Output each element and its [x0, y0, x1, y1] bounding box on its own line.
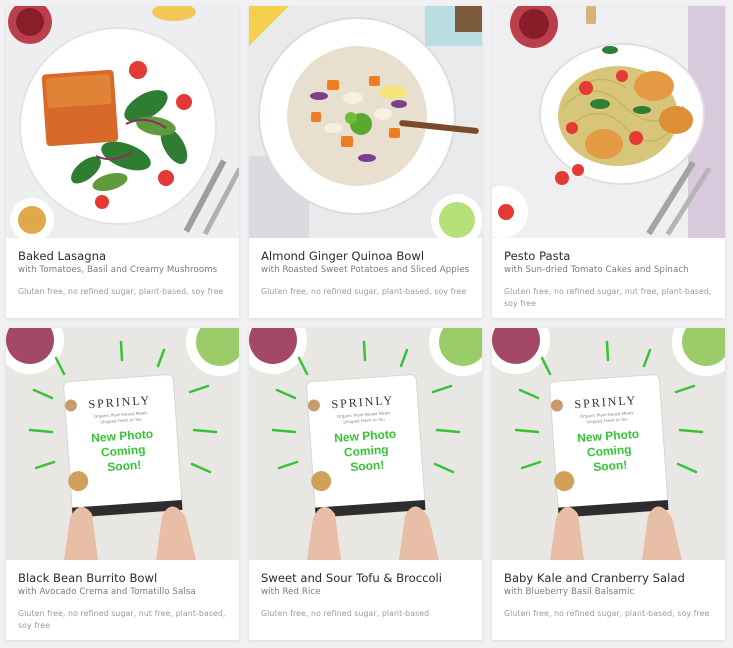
meal-title: Baby Kale and Cranberry Salad: [504, 571, 685, 585]
meal-photo[interactable]: [6, 6, 239, 238]
coming-soon-placeholder: SPRINLY Organic Plant-Based Meals Shippe…: [6, 328, 239, 560]
meal-subtitle: with Blueberry Basil Balsamic: [504, 587, 635, 597]
meal-subtitle: with Red Rice: [261, 587, 321, 597]
meal-photo[interactable]: SPRINLY Organic Plant-Based Meals Shippe…: [249, 328, 482, 560]
coming-soon-placeholder: SPRINLY Organic Plant-Based Meals Shippe…: [249, 328, 482, 560]
menu-card-baby-kale-cranberry-salad[interactable]: SPRINLY Organic Plant-Based Meals Shippe…: [492, 328, 725, 640]
pesto-pasta-photo: [492, 6, 725, 238]
coming-soon-placeholder: SPRINLY Organic Plant-Based Meals Shippe…: [492, 328, 725, 560]
meal-photo[interactable]: [249, 6, 482, 238]
dietary-tags: Gluten free, no refined sugar, plant-bas…: [18, 287, 224, 296]
menu-card-sweet-and-sour-tofu[interactable]: SPRINLY Organic Plant-Based Meals Shippe…: [249, 328, 482, 640]
meal-title: Almond Ginger Quinoa Bowl: [261, 249, 425, 263]
meal-subtitle: with Tomatoes, Basil and Creamy Mushroom…: [18, 265, 218, 275]
menu-card-baked-lasagna[interactable]: Baked Lasagna with Tomatoes, Basil and C…: [6, 6, 239, 318]
meal-photo[interactable]: SPRINLY Organic Plant-Based Meals Shippe…: [6, 328, 239, 560]
meal-title: Sweet and Sour Tofu & Broccoli: [261, 571, 442, 585]
menu-card-almond-ginger-quinoa-bowl[interactable]: Almond Ginger Quinoa Bowl with Roasted S…: [249, 6, 482, 318]
menu-card-pesto-pasta[interactable]: Pesto Pasta with Sun-dried Tomato Cakes …: [492, 6, 725, 318]
quinoa-bowl-photo: [249, 6, 482, 238]
meal-subtitle: with Avocado Crema and Tomatillo Salsa: [18, 587, 196, 597]
meal-photo[interactable]: SPRINLY Organic Plant-Based Meals Shippe…: [492, 328, 725, 560]
meal-photo[interactable]: [492, 6, 725, 238]
meal-title: Baked Lasagna: [18, 249, 107, 263]
meal-title: Pesto Pasta: [504, 249, 571, 263]
menu-card-black-bean-burrito-bowl[interactable]: SPRINLY Organic Plant-Based Meals Shippe…: [6, 328, 239, 640]
meal-subtitle: with Sun-dried Tomato Cakes and Spinach: [504, 265, 689, 275]
dietary-tags: Gluten free, no refined sugar, plant-bas…: [504, 609, 710, 618]
coming-soon-line: Soon!: [350, 458, 385, 474]
meal-title: Black Bean Burrito Bowl: [18, 571, 158, 585]
meal-subtitle: with Roasted Sweet Potatoes and Sliced A…: [261, 265, 470, 275]
dietary-tags: Gluten free, no refined sugar, plant-bas…: [261, 609, 430, 618]
dietary-tags: Gluten free, no refined sugar, nut free,…: [504, 287, 712, 308]
dietary-tags: Gluten free, no refined sugar, nut free,…: [18, 609, 226, 630]
coming-soon-line: Soon!: [107, 458, 142, 474]
menu-grid: Baked Lasagna with Tomatoes, Basil and C…: [6, 6, 726, 640]
coming-soon-line: Soon!: [593, 458, 628, 474]
lasagna-plate-photo: [6, 6, 239, 238]
dietary-tags: Gluten free, no refined sugar, plant-bas…: [261, 287, 467, 296]
